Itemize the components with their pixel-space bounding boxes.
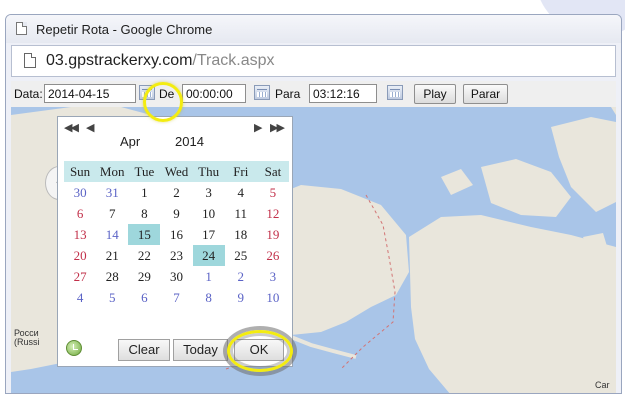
- window-title: Repetir Rota - Google Chrome: [36, 22, 213, 37]
- calendar-day[interactable]: 7: [96, 203, 128, 224]
- calendar-day[interactable]: 3: [257, 266, 289, 287]
- calendar-day[interactable]: 20: [64, 245, 96, 266]
- calendar-day[interactable]: 29: [128, 266, 160, 287]
- weekday-header-row: Sun Mon Tue Wed Thu Fri Sat: [64, 161, 289, 182]
- calendar-day[interactable]: 22: [128, 245, 160, 266]
- weekday-header: Fri: [224, 161, 257, 182]
- calendar-year[interactable]: 2014: [175, 134, 204, 149]
- calendar-week: 6 7 8 9 10 11 12: [64, 203, 289, 224]
- today-button[interactable]: Today: [173, 339, 228, 361]
- title-bar: Repetir Rota - Google Chrome: [6, 15, 621, 43]
- play-button[interactable]: Play: [414, 84, 456, 104]
- weekday-header: Sun: [64, 161, 97, 182]
- date-label: Data:: [14, 87, 43, 101]
- from-time-input[interactable]: 00:00:00: [182, 84, 246, 103]
- calendar-day[interactable]: 10: [257, 287, 289, 308]
- calendar-day[interactable]: 4: [225, 182, 257, 203]
- calendar-day[interactable]: 17: [193, 224, 225, 245]
- date-input[interactable]: 2014-04-15: [44, 84, 136, 103]
- calendar-day-today[interactable]: 24: [192, 245, 225, 266]
- next-year-icon[interactable]: ▶▶: [270, 121, 285, 134]
- calendar-day[interactable]: 19: [257, 224, 289, 245]
- calendar-day[interactable]: 3: [193, 182, 225, 203]
- to-time-input[interactable]: 03:12:16: [309, 84, 377, 103]
- map-label-russia-latin: (Russi: [14, 337, 40, 347]
- calendar-day[interactable]: 31: [96, 182, 128, 203]
- calendar-week: 27 28 29 30 1 2 3: [64, 266, 289, 287]
- from-time-picker-icon[interactable]: [254, 85, 270, 100]
- to-label: Para: [275, 87, 301, 101]
- calendar-day[interactable]: 18: [225, 224, 257, 245]
- prev-year-icon[interactable]: ◀◀: [64, 121, 79, 134]
- calendar-day[interactable]: 30: [160, 266, 192, 287]
- next-month-icon[interactable]: ▶: [254, 121, 263, 134]
- calendar-grid: Sun Mon Tue Wed Thu Fri Sat 30 31 1 2 3 …: [64, 161, 289, 308]
- calendar-day[interactable]: 21: [96, 245, 128, 266]
- calendar-day[interactable]: 9: [225, 287, 257, 308]
- calendar-day[interactable]: 8: [128, 203, 160, 224]
- url-host: 03.gpstrackerxy.com: [46, 52, 193, 69]
- weekday-header: Mon: [96, 161, 129, 182]
- calendar-day[interactable]: 13: [64, 224, 96, 245]
- to-time-picker-icon[interactable]: [387, 85, 403, 100]
- calendar-day[interactable]: 8: [193, 287, 225, 308]
- highlight-circle-calendar-icon: [143, 82, 183, 122]
- calendar-day[interactable]: 4: [64, 287, 96, 308]
- calendar-month[interactable]: Apr: [120, 134, 140, 149]
- weekday-header: Tue: [128, 161, 161, 182]
- calendar-day[interactable]: 23: [160, 245, 192, 266]
- url-path: /Track.aspx: [192, 52, 275, 69]
- calendar-day[interactable]: 9: [160, 203, 192, 224]
- address-bar[interactable]: 03.gpstrackerxy.com/Track.aspx: [11, 45, 616, 77]
- calendar-week: 20 21 22 23 24 25 26: [64, 245, 289, 266]
- calendar-day[interactable]: 7: [160, 287, 192, 308]
- calendar-day[interactable]: 12: [257, 203, 289, 224]
- map-label-canada: Car: [595, 380, 610, 390]
- calendar-day[interactable]: 28: [96, 266, 128, 287]
- route-toolbar: Data: 2014-04-15 De 00:00:00 Para 03:12:…: [11, 81, 616, 107]
- url-text[interactable]: 03.gpstrackerxy.com/Track.aspx: [46, 52, 275, 70]
- calendar-day[interactable]: 6: [128, 287, 160, 308]
- weekday-header: Thu: [192, 161, 225, 182]
- weekday-header: Sat: [256, 161, 289, 182]
- stop-button[interactable]: Parar: [463, 84, 508, 104]
- page-icon: [16, 22, 27, 35]
- calendar-day[interactable]: 11: [225, 203, 257, 224]
- clear-button[interactable]: Clear: [118, 339, 170, 361]
- calendar-day[interactable]: 10: [193, 203, 225, 224]
- clock-icon[interactable]: [66, 340, 82, 356]
- calendar-day[interactable]: 2: [225, 266, 257, 287]
- calendar-day[interactable]: 25: [225, 245, 257, 266]
- prev-month-icon[interactable]: ◀: [86, 121, 95, 134]
- calendar-day[interactable]: 2: [160, 182, 192, 203]
- highlight-circle-ok-button: [227, 330, 293, 372]
- calendar-day[interactable]: 26: [257, 245, 289, 266]
- calendar-navigation: ◀◀ ◀ Apr 2014 ▶ ▶▶: [58, 117, 292, 159]
- calendar-day[interactable]: 5: [257, 182, 289, 203]
- calendar-day[interactable]: 6: [64, 203, 96, 224]
- calendar-day[interactable]: 5: [96, 287, 128, 308]
- document-icon: [24, 53, 36, 68]
- calendar-week: 13 14 15 16 17 18 19: [64, 224, 289, 245]
- calendar-day-selected[interactable]: 15: [128, 224, 161, 245]
- calendar-week: 4 5 6 7 8 9 10: [64, 287, 289, 308]
- calendar-week: 30 31 1 2 3 4 5: [64, 182, 289, 203]
- calendar-day[interactable]: 1: [128, 182, 160, 203]
- calendar-day[interactable]: 30: [64, 182, 96, 203]
- calendar-day[interactable]: 27: [64, 266, 96, 287]
- calendar-day[interactable]: 16: [160, 224, 192, 245]
- calendar-day[interactable]: 1: [193, 266, 225, 287]
- weekday-header: Wed: [160, 161, 193, 182]
- calendar-day[interactable]: 14: [96, 224, 128, 245]
